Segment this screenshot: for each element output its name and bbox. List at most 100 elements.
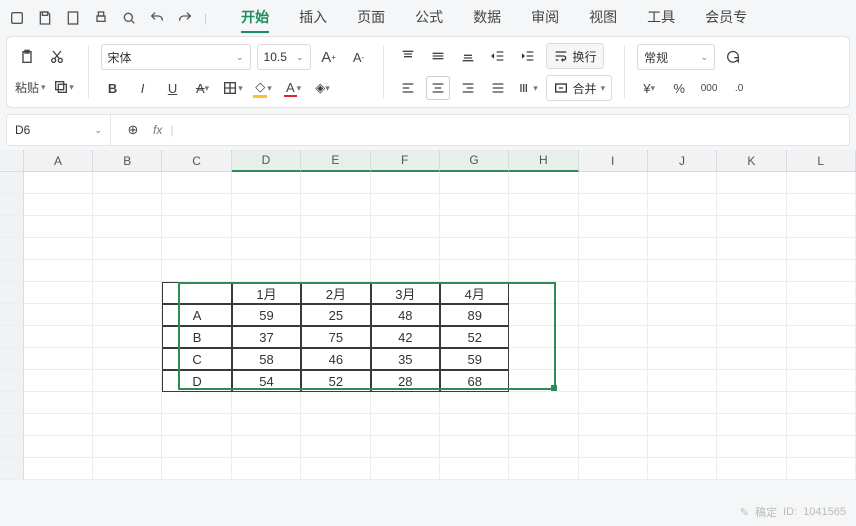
cell[interactable] (24, 392, 93, 414)
cell[interactable] (162, 436, 231, 458)
cell[interactable] (509, 172, 578, 194)
cell[interactable] (648, 348, 717, 370)
cell[interactable] (717, 304, 786, 326)
row-header[interactable] (0, 326, 24, 348)
cell[interactable]: 75 (301, 326, 370, 348)
cell[interactable] (440, 238, 509, 260)
cell[interactable] (648, 392, 717, 414)
cell[interactable] (301, 172, 370, 194)
cell[interactable] (440, 436, 509, 458)
cell[interactable] (162, 216, 231, 238)
align-bottom-icon[interactable] (456, 44, 480, 68)
tab-view[interactable]: 视图 (589, 3, 617, 33)
cell[interactable]: 25 (301, 304, 370, 326)
cell[interactable] (787, 260, 856, 282)
cell[interactable] (648, 282, 717, 304)
cell[interactable] (440, 392, 509, 414)
cell[interactable] (93, 282, 162, 304)
cell[interactable] (717, 172, 786, 194)
cell[interactable] (232, 392, 301, 414)
tab-tools[interactable]: 工具 (647, 3, 675, 33)
tab-review[interactable]: 审阅 (531, 3, 559, 33)
cell[interactable] (717, 458, 786, 480)
col-header-H[interactable]: H (509, 150, 578, 172)
cell[interactable] (24, 172, 93, 194)
cell[interactable] (509, 458, 578, 480)
cell[interactable] (232, 216, 301, 238)
cell[interactable] (579, 370, 648, 392)
indent-dec-icon[interactable] (486, 44, 510, 68)
cell[interactable] (648, 238, 717, 260)
cell[interactable] (648, 194, 717, 216)
cell[interactable] (232, 194, 301, 216)
cell[interactable] (579, 392, 648, 414)
cell[interactable] (579, 348, 648, 370)
row-header[interactable] (0, 194, 24, 216)
font-grow-icon[interactable]: A+ (317, 45, 341, 69)
cell[interactable] (787, 370, 856, 392)
row-header[interactable] (0, 216, 24, 238)
cell[interactable]: 68 (440, 370, 509, 392)
cell[interactable]: C (162, 348, 231, 370)
cell[interactable] (579, 172, 648, 194)
cell[interactable] (93, 348, 162, 370)
paste-icon[interactable] (15, 45, 39, 69)
cell[interactable]: 42 (371, 326, 440, 348)
spreadsheet-grid[interactable]: ABCDEFGHIJKL 1月2月3月4月A59254889B37754252C… (0, 150, 856, 480)
name-box[interactable]: D6 ⌄ (7, 115, 111, 145)
cell[interactable] (301, 414, 370, 436)
print-icon[interactable] (92, 9, 110, 27)
cell[interactable] (787, 194, 856, 216)
merge-button[interactable]: 合并▾ (546, 75, 613, 101)
cell[interactable] (509, 436, 578, 458)
cell[interactable]: 35 (371, 348, 440, 370)
cell[interactable] (301, 216, 370, 238)
cell[interactable]: A (162, 304, 231, 326)
expand-icon[interactable]: ⊕ (121, 118, 145, 142)
cell[interactable] (509, 392, 578, 414)
align-top-icon[interactable] (396, 44, 420, 68)
redo-icon[interactable] (176, 9, 194, 27)
tab-data[interactable]: 数据 (473, 3, 501, 33)
cell[interactable] (787, 436, 856, 458)
cell[interactable]: 58 (232, 348, 301, 370)
thousands-button[interactable]: 000 (697, 76, 721, 100)
cell[interactable] (371, 392, 440, 414)
cell[interactable]: 48 (371, 304, 440, 326)
undo-icon[interactable] (148, 9, 166, 27)
cell[interactable] (717, 260, 786, 282)
cell[interactable]: 28 (371, 370, 440, 392)
cell[interactable] (232, 260, 301, 282)
cell[interactable]: D (162, 370, 231, 392)
cell[interactable] (648, 436, 717, 458)
wrap-text-button[interactable]: 换行 (546, 43, 604, 69)
cell[interactable] (717, 238, 786, 260)
cell[interactable] (371, 260, 440, 282)
col-header-B[interactable]: B (93, 150, 162, 172)
cell[interactable] (509, 216, 578, 238)
cell[interactable] (648, 414, 717, 436)
cell[interactable] (93, 260, 162, 282)
col-header-K[interactable]: K (717, 150, 786, 172)
col-header-J[interactable]: J (648, 150, 717, 172)
cell[interactable] (24, 414, 93, 436)
cell[interactable] (24, 348, 93, 370)
cell[interactable]: 59 (232, 304, 301, 326)
cell[interactable] (717, 216, 786, 238)
cell[interactable] (24, 216, 93, 238)
font-shrink-icon[interactable]: A- (347, 45, 371, 69)
cell[interactable] (579, 414, 648, 436)
cell[interactable] (579, 326, 648, 348)
cell[interactable] (717, 348, 786, 370)
col-header-C[interactable]: C (162, 150, 231, 172)
cell[interactable] (648, 172, 717, 194)
preview-icon[interactable] (120, 9, 138, 27)
cell[interactable] (787, 238, 856, 260)
col-header-E[interactable]: E (301, 150, 370, 172)
cell[interactable] (232, 238, 301, 260)
cell[interactable]: 46 (301, 348, 370, 370)
cell[interactable] (371, 436, 440, 458)
cell[interactable] (24, 282, 93, 304)
clear-format-button[interactable]: ◈▾ (311, 76, 335, 100)
cell[interactable] (717, 282, 786, 304)
